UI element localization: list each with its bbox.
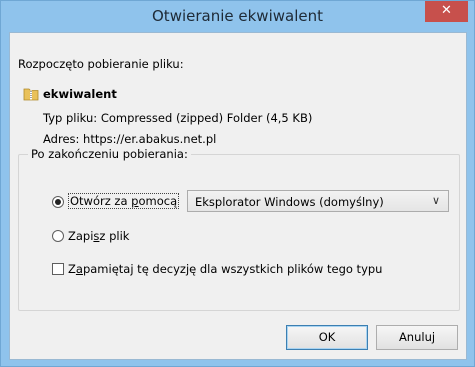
remember-checkbox[interactable] [52, 263, 64, 275]
save-file-radio[interactable] [52, 230, 64, 242]
radio-selected-dot [55, 199, 61, 205]
open-with-focus: Otwórz za pomocą [68, 193, 180, 209]
save-file-text-b: z plik [99, 229, 130, 243]
open-with-app-select[interactable]: Eksplorator Windows (domyślny) ∨ [187, 190, 449, 212]
address-row: Adres: https://er.abakus.net.pl [43, 132, 216, 146]
file-type-label: Typ pliku: [43, 111, 98, 125]
dialog-body: Rozpoczęto pobieranie pliku: ekwiwalent … [9, 32, 467, 360]
open-with-radio[interactable] [52, 196, 64, 208]
remember-accel: a [75, 262, 83, 276]
save-file-label[interactable]: Zapisz plik [68, 229, 129, 243]
file-type-value: Compressed (zipped) Folder (4,5 KB) [100, 111, 313, 125]
open-with-text-a: Otwórz za [70, 194, 132, 208]
save-file-text-a: Zapi [68, 229, 94, 243]
address-value: https://er.abakus.net.pl [83, 132, 217, 146]
download-intro: Rozpoczęto pobieranie pliku: [18, 57, 184, 71]
download-dialog-window: Otwieranie ekwiwalent ✕ Rozpoczęto pobie… [0, 0, 475, 367]
remember-text-b: pamiętaj tę decyzję dla wszystkich plikó… [82, 262, 383, 276]
open-with-app-value: Eksplorator Windows (domyślny) [195, 195, 384, 209]
file-name: ekwiwalent [43, 87, 117, 101]
remember-text-a: Z [68, 262, 76, 276]
window-title: Otwieranie ekwiwalent [152, 7, 323, 25]
file-type-row: Typ pliku: Compressed (zipped) Folder (4… [43, 111, 312, 125]
title-bar[interactable]: Otwieranie ekwiwalent ✕ [1, 1, 474, 31]
open-with-label[interactable]: Otwórz za pomocą [68, 193, 180, 209]
remember-label[interactable]: Zapamiętaj tę decyzję dla wszystkich pli… [68, 262, 382, 276]
chevron-down-icon: ∨ [431, 194, 440, 207]
cancel-button[interactable]: Anuluj [376, 325, 458, 350]
ok-button[interactable]: OK [286, 325, 368, 350]
close-button[interactable]: ✕ [425, 1, 468, 22]
close-icon: ✕ [441, 3, 452, 18]
address-label: Adres: [43, 132, 80, 146]
after-download-legend: Po zakończeniu pobierania: [28, 147, 191, 161]
open-with-text-b: omocą [138, 194, 178, 208]
zip-folder-icon [23, 88, 39, 101]
